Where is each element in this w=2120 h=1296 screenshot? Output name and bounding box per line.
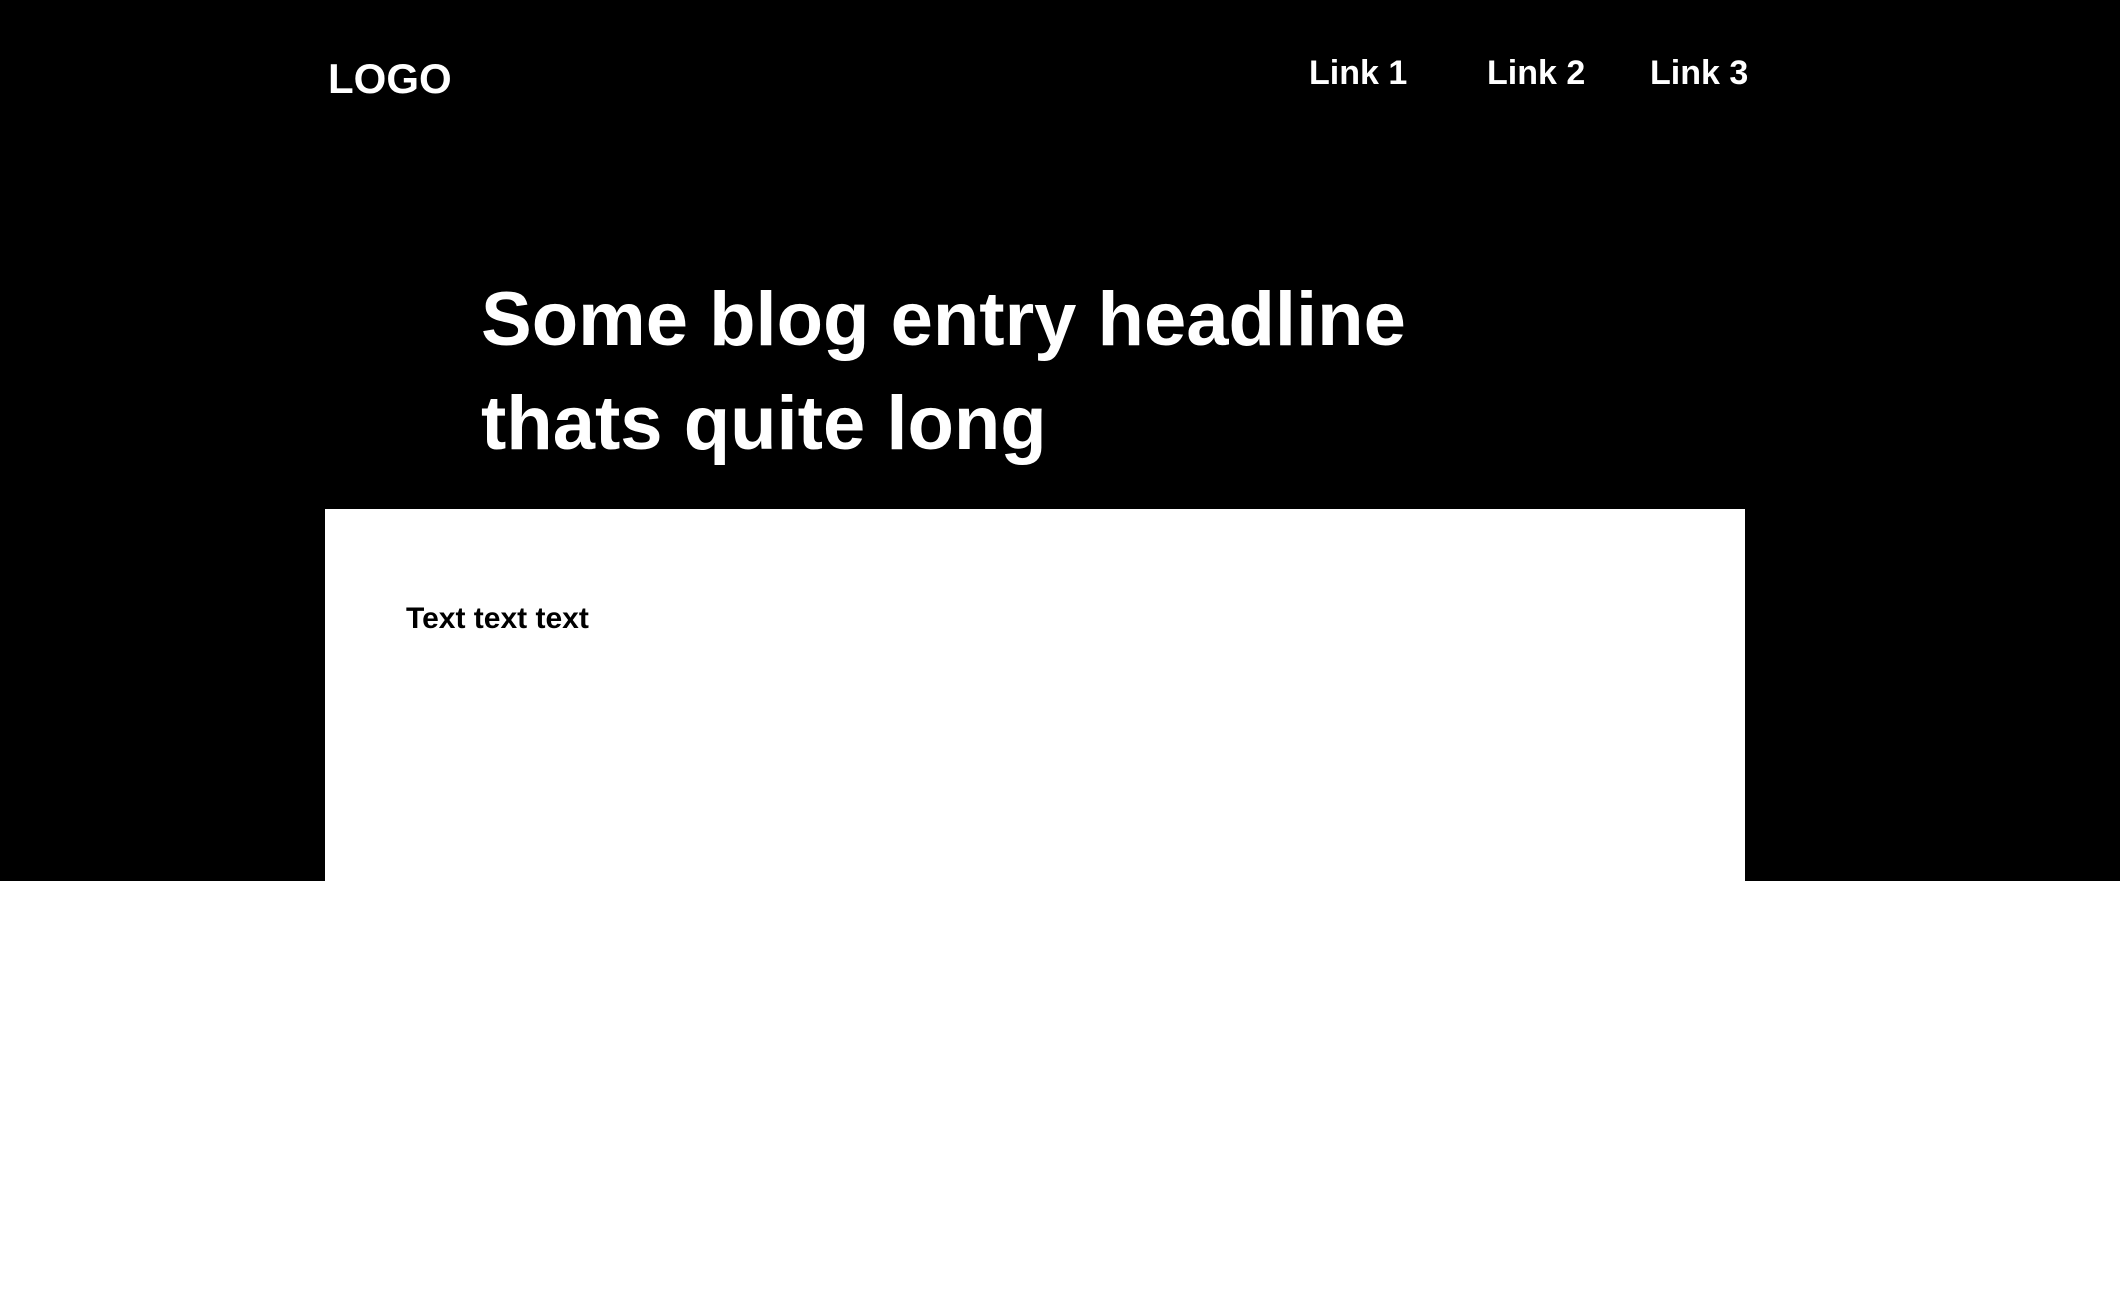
main-nav: Link 1 Link 2 Link 3 [0, 50, 2120, 100]
nav-link-3[interactable]: Link 3 [1650, 50, 1748, 96]
body-text: Text text text [406, 602, 589, 635]
page: LOGO Link 1 Link 2 Link 3 Some blog entr… [0, 0, 2120, 1296]
content-card: Text text text [325, 509, 1745, 881]
page-title: Some blog entry headline thats quite lon… [481, 268, 1481, 476]
nav-link-2[interactable]: Link 2 [1487, 50, 1585, 96]
nav-link-1[interactable]: Link 1 [1309, 50, 1407, 96]
headline-line-1: Some blog entry headline [481, 277, 1406, 362]
headline-line-2: thats quite long [481, 381, 1047, 466]
